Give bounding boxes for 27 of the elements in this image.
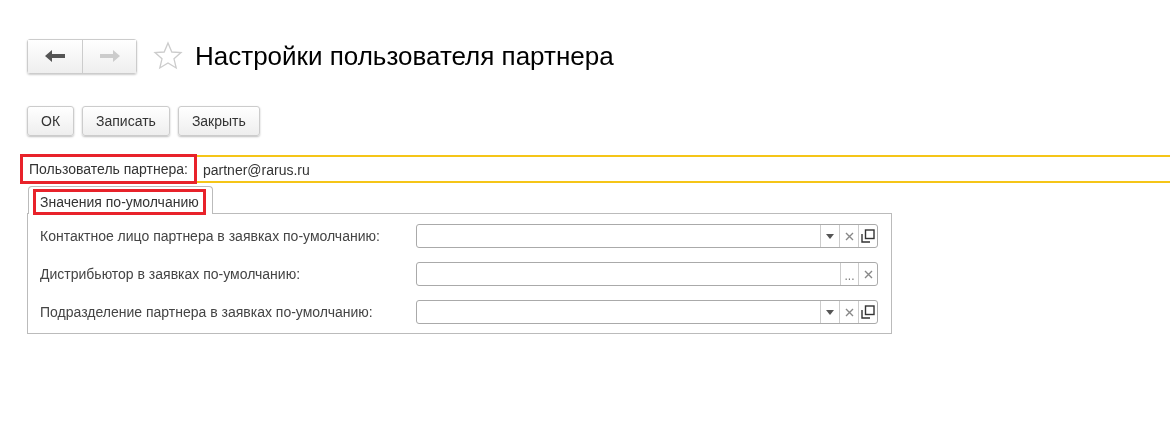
field-label: Подразделение партнера в заявках по-умолчанию: (40, 304, 374, 320)
field-label: Дистрибьютор в заявках по-умолчанию: (40, 266, 302, 282)
caret-icon (826, 309, 834, 315)
page-title: Настройки пользователя партнера (195, 40, 614, 72)
close-icon (844, 231, 854, 241)
open-button[interactable] (858, 301, 877, 323)
input-field[interactable] (416, 224, 878, 248)
overlapping-squares-icon (861, 229, 875, 243)
input-field[interactable] (416, 300, 878, 324)
field-label: Контактное лицо партнера в заявках по-умолчанию: (40, 228, 381, 244)
close-icon (863, 269, 873, 279)
tab[interactable]: Значения по-умолчанию (28, 186, 213, 214)
right-arrow-icon (98, 49, 121, 63)
left-arrow-icon (44, 49, 66, 63)
star-icon[interactable] (153, 41, 183, 71)
choice-button[interactable]: ... (840, 263, 858, 285)
command-button[interactable]: ОК (27, 106, 75, 136)
field-label: Пользователь партнера: (20, 154, 197, 184)
open-button[interactable] (858, 225, 877, 247)
command-button[interactable]: Закрыть (177, 106, 260, 136)
back-button[interactable] (28, 39, 82, 73)
overlapping-squares-icon (861, 305, 875, 319)
close-icon (844, 307, 854, 317)
caret-icon (826, 233, 834, 239)
input-field[interactable]: ... (416, 262, 878, 286)
command-button[interactable]: Записать (82, 106, 170, 136)
user-input-field[interactable]: partner@rarus.ru (197, 155, 1170, 183)
